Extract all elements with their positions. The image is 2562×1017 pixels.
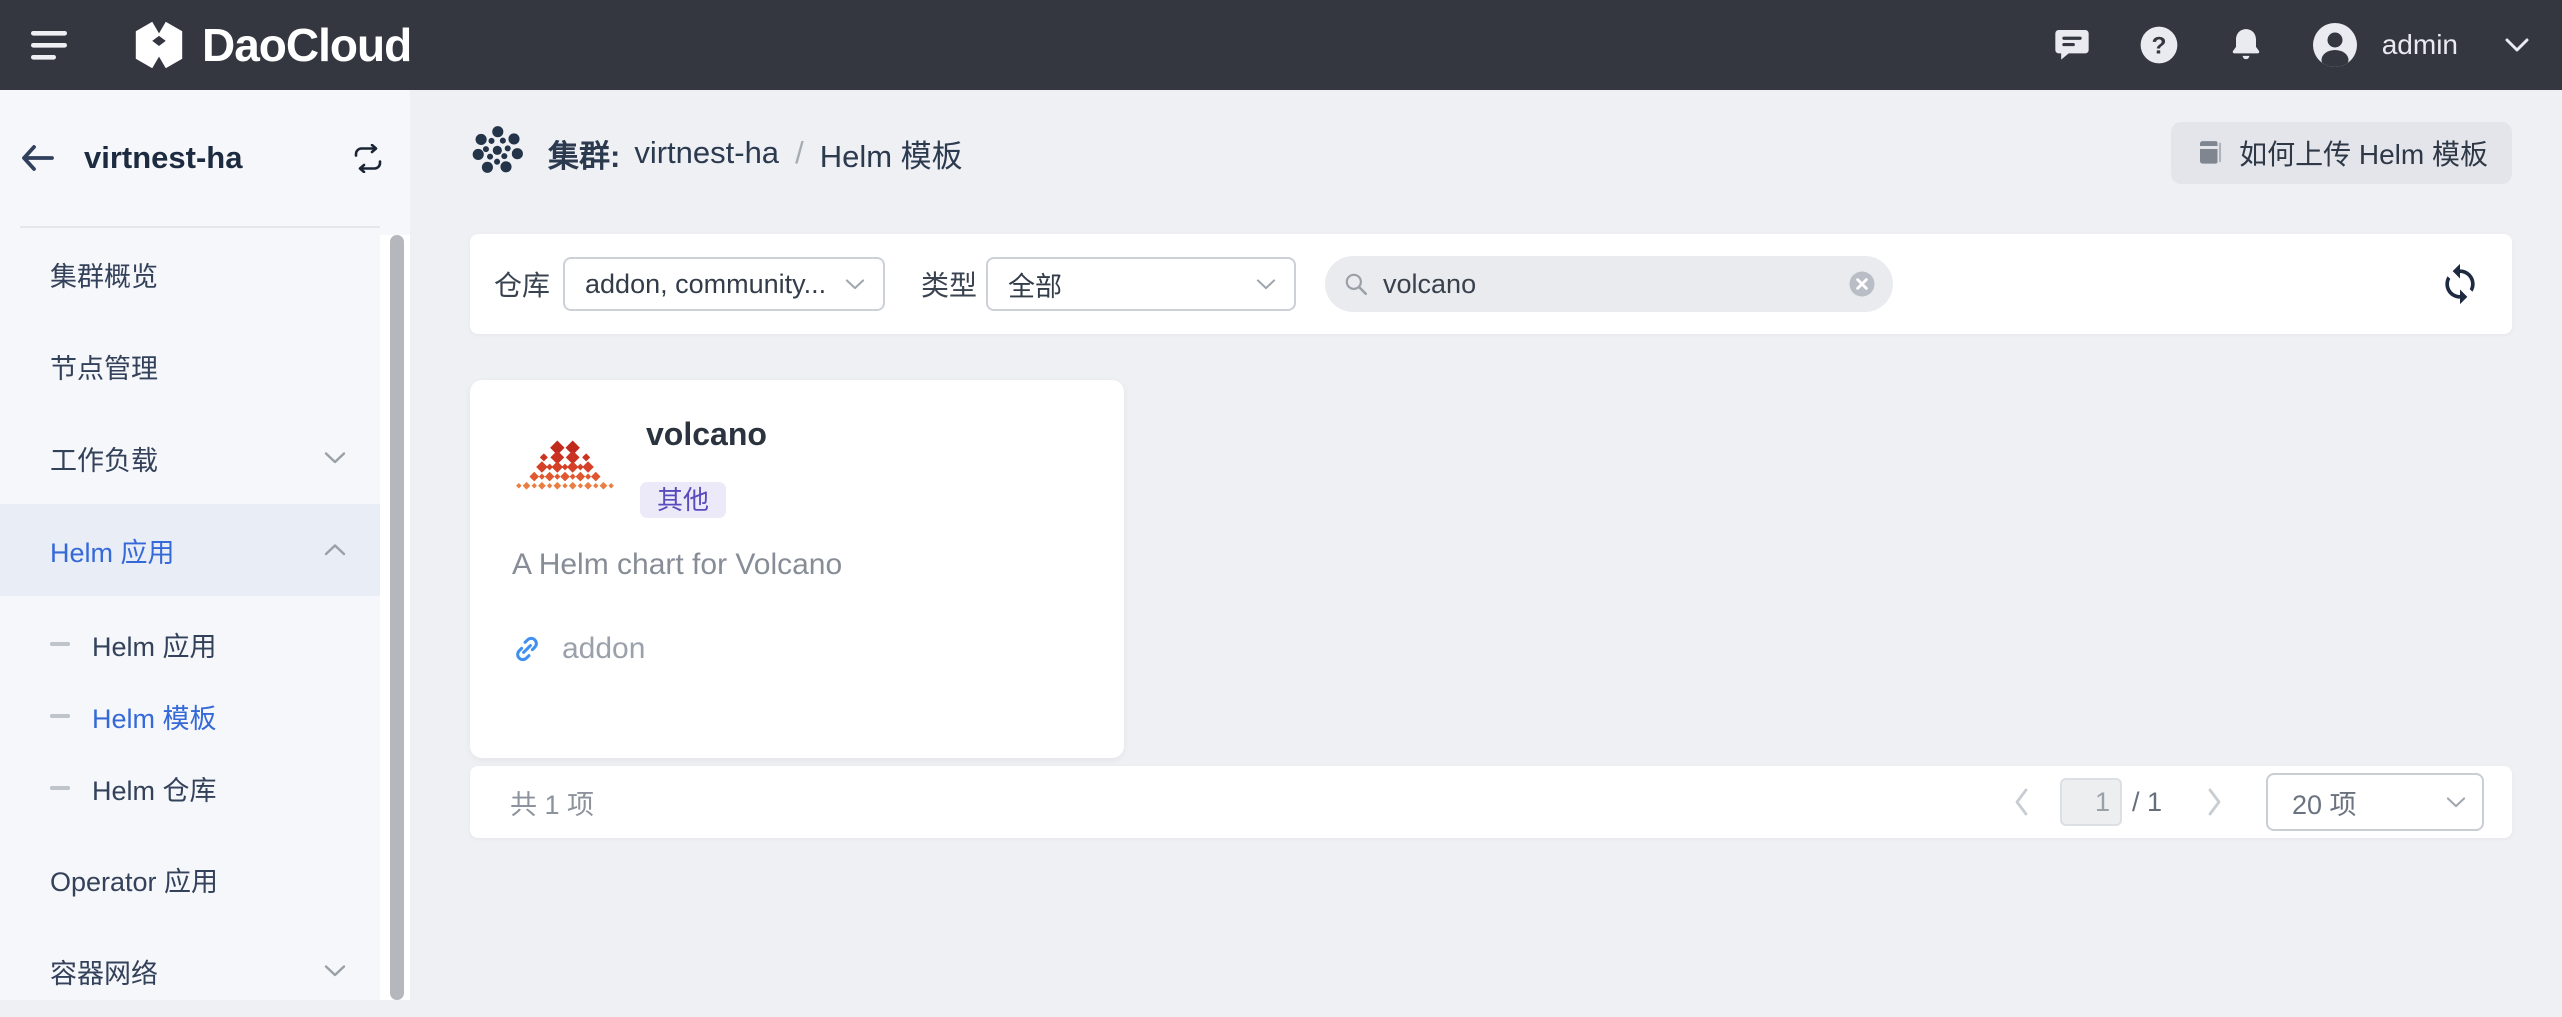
sidebar-item-helm-app-sub[interactable]: Helm 应用 — [0, 608, 380, 680]
chart-category-badge: 其他 — [640, 482, 726, 518]
pagination-bar: 共 1 项 / 1 20 项 — [470, 766, 2512, 838]
app-header: DaoCloud ? admin — [0, 0, 2562, 90]
type-select-value: 全部 — [1008, 265, 1256, 304]
bell-icon[interactable] — [2226, 25, 2266, 65]
type-select[interactable]: 全部 — [986, 257, 1296, 311]
page-size-select[interactable]: 20 项 — [2266, 773, 2484, 831]
user-name[interactable]: admin — [2382, 29, 2458, 61]
avatar[interactable] — [2312, 22, 2358, 68]
volcano-logo — [515, 440, 615, 494]
chevron-down-icon — [324, 451, 346, 465]
chevron-up-icon — [324, 543, 346, 557]
brand-logo[interactable]: DaoCloud — [130, 16, 411, 74]
sidebar-menu: 集群概览 节点管理 工作负载 Helm 应用 Helm 应用 Helm 模板 — [0, 228, 380, 1017]
chevron-down-icon — [1256, 278, 1276, 291]
sidebar-item-container-network[interactable]: 容器网络 — [0, 925, 380, 1017]
chart-repo-name: addon — [562, 632, 645, 666]
type-filter-label: 类型 — [921, 264, 977, 304]
messages-icon[interactable] — [2052, 25, 2092, 65]
repo-select-value: addon, community... — [585, 269, 845, 300]
repo-filter-label: 仓库 — [494, 264, 550, 304]
search-icon — [1343, 271, 1369, 297]
page-size-value: 20 项 — [2292, 783, 2446, 822]
breadcrumb-prefix: 集群: — [548, 131, 620, 176]
chevron-down-icon — [324, 964, 346, 978]
help-icon[interactable]: ? — [2138, 24, 2180, 66]
dash-icon — [50, 786, 70, 790]
how-to-upload-label: 如何上传 Helm 模板 — [2239, 133, 2488, 173]
svg-text:?: ? — [2151, 32, 2166, 59]
brand-name: DaoCloud — [202, 18, 411, 72]
switch-cluster-icon[interactable] — [351, 144, 385, 173]
breadcrumb: 集群: virtnest-ha / Helm 模板 — [470, 124, 963, 182]
chevron-down-icon — [2446, 796, 2466, 809]
book-icon — [2195, 138, 2225, 168]
user-menu-chevron-down-icon[interactable] — [2504, 37, 2530, 53]
dash-icon — [50, 714, 70, 718]
next-page-icon[interactable] — [2202, 785, 2226, 819]
filter-bar: 仓库 addon, community... 类型 全部 — [470, 234, 2512, 334]
total-count: 共 1 项 — [510, 783, 594, 822]
cluster-dots-icon — [470, 124, 528, 182]
sidebar-item-operator-apps[interactable]: Operator 应用 — [0, 833, 380, 925]
search-box — [1325, 256, 1893, 312]
breadcrumb-cluster[interactable]: virtnest-ha — [634, 135, 779, 171]
clear-search-icon[interactable] — [1847, 269, 1877, 299]
search-input[interactable] — [1381, 268, 1847, 301]
page-total: / 1 — [2132, 787, 2162, 818]
breadcrumb-current: Helm 模板 — [820, 131, 963, 176]
chart-title: volcano — [646, 416, 767, 452]
breadcrumb-separator: / — [795, 135, 804, 171]
dash-icon — [50, 642, 70, 646]
back-arrow-icon[interactable] — [20, 143, 56, 173]
daocloud-logo-icon — [130, 16, 188, 74]
chevron-down-icon — [845, 278, 865, 291]
sidebar: virtnest-ha 集群概览 节点管理 工作负载 Helm 应用 — [0, 90, 410, 1000]
chart-repo-row: addon — [512, 632, 645, 666]
refresh-icon[interactable] — [2438, 262, 2482, 306]
main-content: 集群: virtnest-ha / Helm 模板 如何上传 Helm 模板 仓… — [410, 90, 2562, 1000]
sidebar-scrollbar-thumb[interactable] — [390, 235, 404, 1000]
how-to-upload-button[interactable]: 如何上传 Helm 模板 — [2171, 122, 2512, 184]
sidebar-item-workloads[interactable]: 工作负载 — [0, 412, 380, 504]
cluster-name: virtnest-ha — [84, 140, 242, 176]
sidebar-item-cluster-overview[interactable]: 集群概览 — [0, 228, 380, 320]
chart-description: A Helm chart for Volcano — [512, 544, 842, 586]
helm-chart-card[interactable]: volcano 其他 A Helm chart for Volcano addo… — [470, 380, 1124, 758]
sidebar-item-helm-repos[interactable]: Helm 仓库 — [0, 752, 380, 824]
sidebar-item-helm-apps[interactable]: Helm 应用 — [0, 504, 380, 596]
menu-icon[interactable] — [30, 28, 70, 62]
prev-page-icon[interactable] — [2010, 785, 2034, 819]
sidebar-item-helm-templates[interactable]: Helm 模板 — [0, 680, 380, 752]
chain-link-icon — [512, 634, 542, 664]
sidebar-scrollbar-track — [380, 235, 410, 1000]
page-number-input[interactable] — [2060, 778, 2122, 826]
sidebar-item-node-management[interactable]: 节点管理 — [0, 320, 380, 412]
repo-select[interactable]: addon, community... — [563, 257, 885, 311]
